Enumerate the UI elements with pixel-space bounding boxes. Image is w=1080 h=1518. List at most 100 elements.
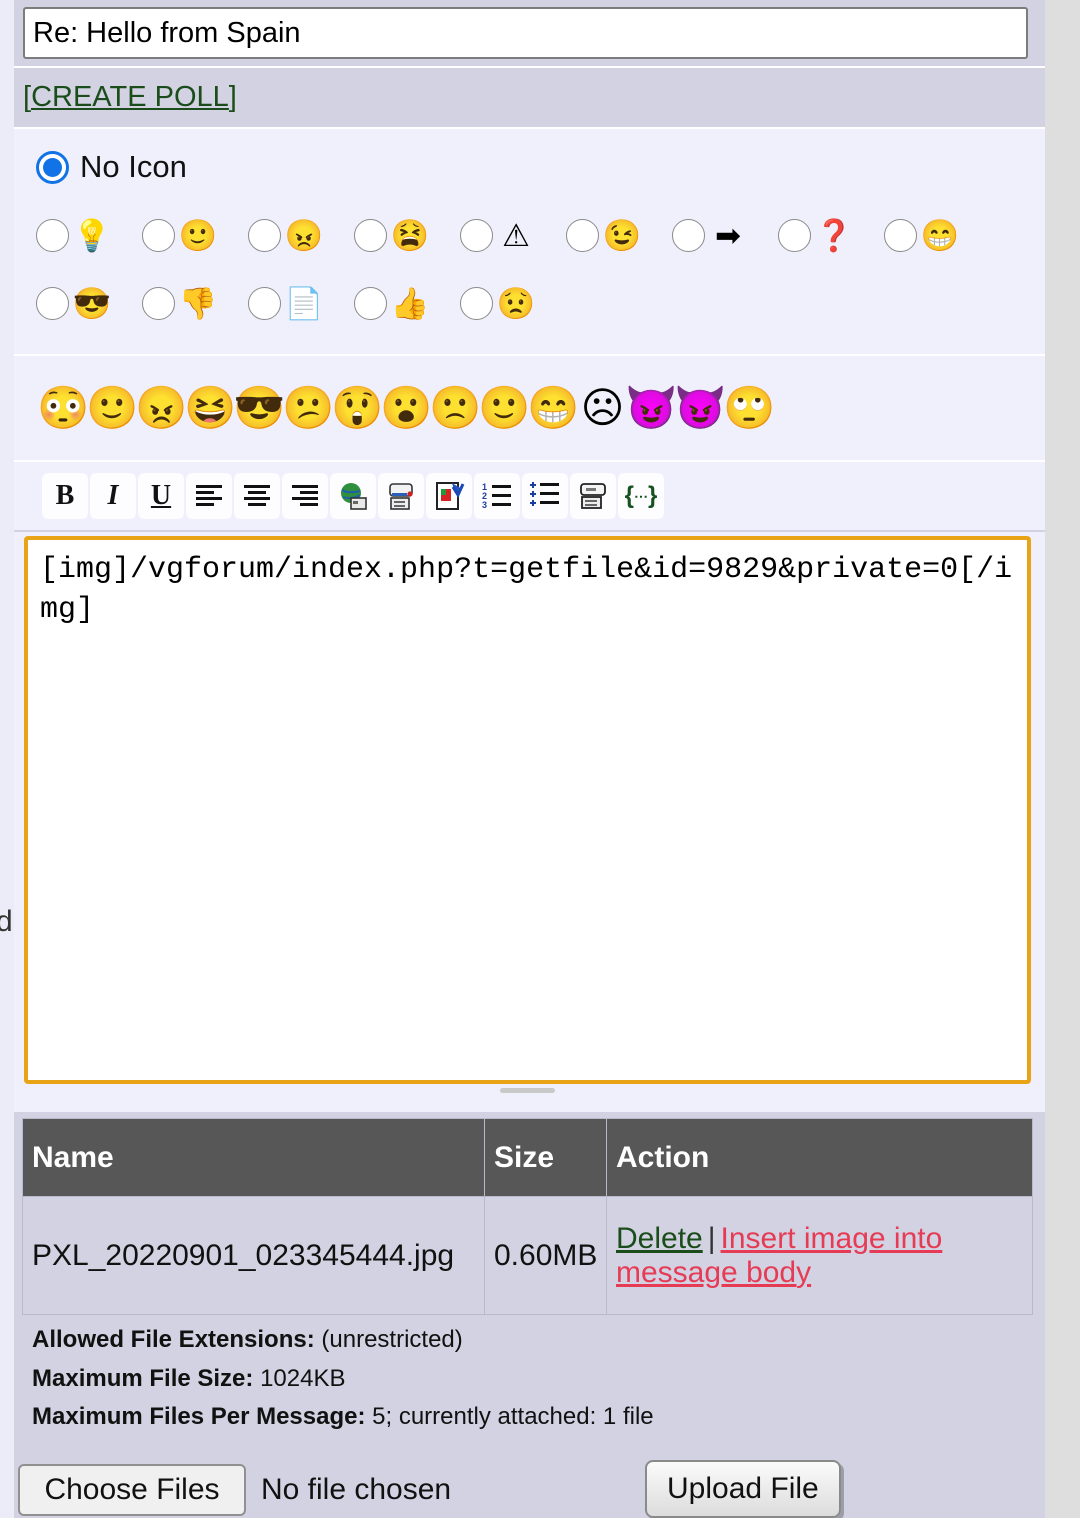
allowed-extensions-label: Allowed File Extensions: xyxy=(32,1326,315,1353)
numbered-list-button[interactable]: 123 xyxy=(474,473,520,519)
bulleted-list-button[interactable] xyxy=(522,473,568,519)
icon-radio-grin-green[interactable] xyxy=(884,218,917,252)
column-header-size: Size xyxy=(484,1118,607,1197)
no-icon-radio[interactable] xyxy=(36,150,69,184)
icon-option-document[interactable]: 📄 xyxy=(248,284,354,322)
smiley-embarrassed[interactable]: 😳 xyxy=(37,384,89,433)
smiley-devil-sad[interactable]: 😈 xyxy=(625,384,677,433)
icon-radio-wink[interactable] xyxy=(566,218,599,252)
question-icon: ❓ xyxy=(814,217,854,253)
post-reply-form-page: [CREATE POLL] No Icon 💡 🙂 😠 xyxy=(0,0,1080,1518)
insert-link-button[interactable] xyxy=(330,473,376,519)
subject-input[interactable] xyxy=(23,7,1028,59)
icon-option-grin-green[interactable]: 😁 xyxy=(884,216,990,254)
allowed-extensions-info: Allowed File Extensions: (unrestricted) xyxy=(22,1315,1032,1354)
insert-image-button[interactable] xyxy=(426,473,472,519)
smiley-rolleyes[interactable]: 🙄 xyxy=(723,384,775,433)
create-poll-bar: [CREATE POLL] xyxy=(14,68,1045,127)
choose-files-button[interactable]: Choose Files xyxy=(18,1464,246,1516)
align-left-button[interactable] xyxy=(186,473,232,519)
textarea-resize-handle[interactable] xyxy=(500,1088,555,1093)
create-poll-link[interactable]: [CREATE POLL] xyxy=(23,81,237,114)
insert-email-button[interactable] xyxy=(378,473,424,519)
subject-row xyxy=(14,0,1045,66)
icon-option-sad-blue[interactable]: 😟 xyxy=(460,284,566,322)
no-icon-option[interactable]: No Icon xyxy=(36,139,1045,195)
smiley-mad[interactable]: 😠 xyxy=(135,384,187,433)
icon-option-angry[interactable]: 😠 xyxy=(248,216,354,254)
quote-button[interactable] xyxy=(570,473,616,519)
smiley-happy[interactable]: 🙂 xyxy=(478,384,530,433)
svg-text:3: 3 xyxy=(482,500,487,510)
icon-radio-arrow[interactable] xyxy=(672,218,705,252)
smiley-frown[interactable]: ☹ xyxy=(578,384,627,433)
warning-icon: ⚠ xyxy=(502,217,530,253)
attachments-header-row: Name Size Action xyxy=(22,1118,1033,1197)
message-body-textarea[interactable] xyxy=(24,536,1031,1084)
italic-button[interactable]: I xyxy=(90,473,136,519)
icon-radio-shouting[interactable] xyxy=(354,218,387,252)
icon-option-thumbs-up[interactable]: 👍 xyxy=(354,284,460,322)
code-button[interactable]: {⋯} xyxy=(618,473,664,519)
smiley-surprised[interactable]: 😮 xyxy=(380,384,432,433)
table-row: PXL_20220901_023345444.jpg 0.60MB Delete… xyxy=(22,1196,1033,1315)
smiley-sad[interactable]: 🙁 xyxy=(429,384,481,433)
upload-file-button[interactable]: Upload File xyxy=(645,1460,841,1518)
message-icon-chooser: No Icon 💡 🙂 😠 😫 ⚠ 😉 ➡ ❓ 😁 😎 👎 📄 👍 😟 xyxy=(14,129,1045,354)
icon-option-arrow[interactable]: ➡ xyxy=(672,216,778,254)
smiley-laugh[interactable]: 😆 xyxy=(184,384,236,433)
smiley-cool[interactable]: 😎 xyxy=(233,384,285,433)
icon-option-cool[interactable]: 😎 xyxy=(36,284,142,322)
icon-radio-warning[interactable] xyxy=(460,218,493,252)
max-file-size-label: Maximum File Size: xyxy=(32,1364,254,1392)
attachment-file-name: PXL_20220901_023345444.jpg xyxy=(22,1196,485,1315)
clipped-edge-text: d xyxy=(0,905,13,938)
attachments-section: Name Size Action PXL_20220901_023345444.… xyxy=(14,1112,1045,1518)
icon-radio-thumbs-down[interactable] xyxy=(142,286,175,320)
icon-option-wink[interactable]: 😉 xyxy=(566,216,672,254)
icon-radio-question[interactable] xyxy=(778,218,811,252)
icon-option-idea[interactable]: 💡 xyxy=(36,216,142,254)
icon-radio-angry[interactable] xyxy=(248,218,281,252)
smiley-shocked[interactable]: 😲 xyxy=(331,384,383,433)
icon-option-question[interactable]: ❓ xyxy=(778,216,884,254)
icon-row-2: 😎 👎 📄 👍 😟 xyxy=(36,269,1045,337)
column-header-action: Action xyxy=(606,1118,1033,1197)
underline-button[interactable]: U xyxy=(138,473,184,519)
delete-attachment-link[interactable]: Delete xyxy=(616,1222,703,1255)
scrollbar-gutter[interactable] xyxy=(1045,0,1080,1518)
document-icon: 📄 xyxy=(284,285,324,321)
icon-radio-cool[interactable] xyxy=(36,286,69,320)
icon-radio-document[interactable] xyxy=(248,286,281,320)
message-body-wrap xyxy=(14,532,1045,1112)
smiley-devil-grin[interactable]: 😈 xyxy=(674,384,726,433)
max-files-info: Maximum Files Per Message: 5; currently … xyxy=(22,1392,1032,1431)
smiley-palette: 😳 🙂 😠 😆 😎 😕 😲 😮 🙁 🙂 😁 ☹ 😈 😈 🙄 xyxy=(14,356,1045,460)
align-center-button[interactable] xyxy=(234,473,280,519)
icon-option-thumbs-down[interactable]: 👎 xyxy=(142,284,248,322)
icon-option-shouting[interactable]: 😫 xyxy=(354,216,460,254)
attachment-actions: Delete | Insert image into message body xyxy=(606,1196,1033,1315)
angry-icon: 😠 xyxy=(284,217,324,253)
icon-option-smile[interactable]: 🙂 xyxy=(142,216,248,254)
max-files-value: 5; currently attached: 1 file xyxy=(372,1403,654,1431)
icon-radio-sad-blue[interactable] xyxy=(460,286,493,320)
icon-radio-idea[interactable] xyxy=(36,218,69,252)
max-files-label: Maximum Files Per Message: xyxy=(32,1403,366,1431)
bold-button[interactable]: B xyxy=(42,473,88,519)
smiley-grin[interactable]: 😁 xyxy=(527,384,579,433)
icon-radio-thumbs-up[interactable] xyxy=(354,286,387,320)
form-column: [CREATE POLL] No Icon 💡 🙂 😠 xyxy=(0,0,1045,1518)
poll-open-bracket: [ xyxy=(23,81,32,113)
align-right-button[interactable] xyxy=(282,473,328,519)
arrow-icon: ➡ xyxy=(715,217,741,253)
no-icon-label: No Icon xyxy=(80,149,187,184)
smiley-confused[interactable]: 😕 xyxy=(282,384,334,433)
formatting-toolbar: B I U 1 2 3 {⋯} xyxy=(14,462,1045,530)
icon-option-warning[interactable]: ⚠ xyxy=(460,216,566,254)
left-rail xyxy=(0,0,14,1518)
shouting-icon: 😫 xyxy=(390,217,430,253)
no-file-chosen-label: No file chosen xyxy=(261,1473,452,1506)
icon-radio-smile[interactable] xyxy=(142,218,175,252)
smiley-smile[interactable]: 🙂 xyxy=(86,384,138,433)
